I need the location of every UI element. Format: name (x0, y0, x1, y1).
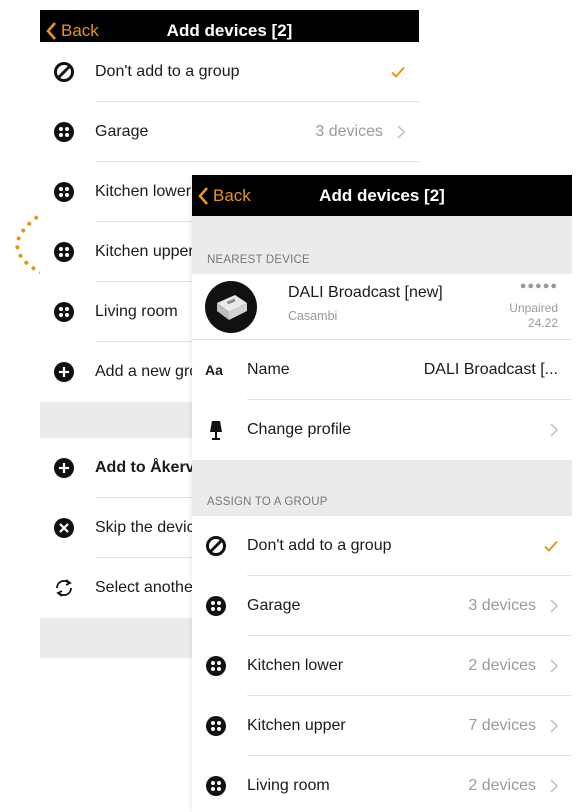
row-value: 3 devices (315, 123, 383, 140)
row-label: Skip the device (95, 519, 204, 536)
chevron-left-icon (198, 186, 208, 205)
plus-circle-icon (54, 362, 74, 382)
section-header-label: ASSIGN TO A GROUP (207, 496, 328, 508)
group-icon (206, 596, 226, 616)
chevron-right-icon (550, 599, 558, 613)
group-icon (206, 776, 226, 796)
device-thumbnail (205, 281, 257, 333)
signal-strength-dots: ●●●●● (519, 280, 558, 292)
row-value: 3 devices (468, 597, 536, 614)
chevron-right-icon (550, 779, 558, 793)
group-icon (54, 242, 74, 262)
no-group-icon (54, 62, 74, 82)
chevron-left-icon (46, 21, 56, 40)
group-row-garage[interactable]: Garage 3 devices (192, 576, 572, 636)
row-label: Kitchen lower (247, 657, 344, 674)
chevron-right-icon (550, 423, 558, 437)
checkmark-icon (544, 540, 558, 552)
section-header-assign: ASSIGN TO A GROUP (192, 460, 572, 516)
chevron-right-icon (397, 125, 405, 139)
row-label: Living room (95, 303, 178, 320)
checkmark-icon (391, 66, 405, 78)
front-screen: Back Add devices [2] NEAREST DEVICE DALI… (192, 175, 572, 812)
row-label: Garage (247, 597, 301, 614)
plus-circle-icon (54, 458, 74, 478)
back-button[interactable]: Back (198, 175, 251, 216)
navbar: Back Add devices [2] (192, 175, 572, 216)
back-label: Back (213, 185, 251, 205)
row-label: Garage (95, 123, 149, 140)
group-icon (206, 716, 226, 736)
row-value: 2 devices (468, 657, 536, 674)
row-value: 7 devices (468, 717, 536, 734)
row-label: Name (247, 361, 290, 378)
group-icon (54, 302, 74, 322)
group-icon (54, 182, 74, 202)
group-row-kitchen-upper[interactable]: Kitchen upper 7 devices (192, 696, 572, 756)
skip-icon (54, 518, 74, 538)
group-row-none[interactable]: Don't add to a group (40, 42, 419, 102)
group-row-kitchen-lower[interactable]: Kitchen lower 2 devices (192, 636, 572, 696)
device-version: 24.22 (527, 316, 558, 330)
name-value: DALI Broadcast [... (423, 361, 558, 378)
group-row-garage[interactable]: Garage 3 devices (40, 102, 419, 162)
device-vendor: Casambi (288, 309, 338, 323)
row-label: Kitchen upper (247, 717, 346, 734)
name-row[interactable]: Aa Name DALI Broadcast [... (192, 340, 572, 400)
back-label: Back (61, 20, 99, 40)
change-profile-row[interactable]: Change profile (192, 400, 572, 460)
row-label: Kitchen upper (95, 243, 194, 260)
row-label: Don't add to a group (247, 537, 392, 554)
row-label: Don't add to a group (95, 63, 240, 80)
lamp-icon (210, 421, 222, 440)
text-style-icon: Aa (205, 362, 223, 378)
section-header-nearest: NEAREST DEVICE (192, 216, 572, 274)
group-row-none[interactable]: Don't add to a group (192, 516, 572, 576)
device-name: DALI Broadcast [new] (288, 284, 443, 301)
dali-module-icon (217, 295, 247, 320)
nearest-device-row[interactable]: DALI Broadcast [new] Casambi ●●●●● Unpai… (192, 274, 572, 340)
row-value: 2 devices (468, 777, 536, 794)
group-row-living-room[interactable]: Living room 2 devices (192, 756, 572, 812)
section-header-label: NEAREST DEVICE (207, 254, 310, 266)
device-status: Unpaired (509, 301, 558, 315)
group-icon (206, 656, 226, 676)
row-label: Change profile (247, 421, 352, 438)
chevron-right-icon (550, 719, 558, 733)
row-label: Kitchen lower (95, 183, 192, 200)
row-label: Living room (247, 777, 330, 794)
group-icon (54, 122, 74, 142)
chevron-right-icon (550, 659, 558, 673)
no-group-icon (206, 536, 226, 556)
refresh-icon (56, 579, 72, 597)
